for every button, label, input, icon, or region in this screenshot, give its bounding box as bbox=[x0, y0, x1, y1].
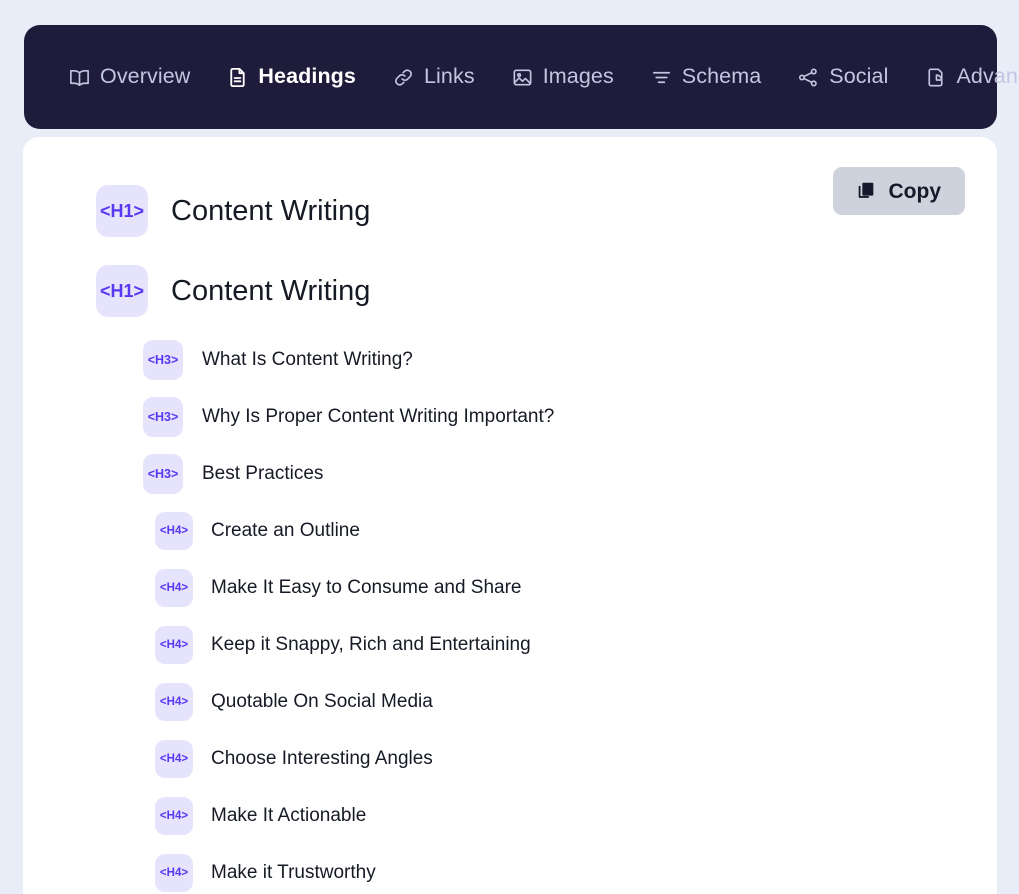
heading-row: <H4> Choose Interesting Angles bbox=[155, 730, 963, 787]
nav-tab-label: Social bbox=[829, 64, 889, 89]
heading-row: <H4> Make it Trustworthy bbox=[155, 844, 963, 894]
nav-tab-links[interactable]: Links bbox=[392, 60, 475, 95]
heading-level-badge: <H4> bbox=[155, 625, 193, 664]
copy-button-label: Copy bbox=[888, 179, 942, 203]
heading-level-badge: <H4> bbox=[155, 796, 193, 835]
link-icon bbox=[392, 66, 415, 89]
heading-level-badge: <H4> bbox=[155, 511, 193, 550]
heading-text: Why Is Proper Content Writing Important? bbox=[202, 405, 555, 427]
heading-row: <H4> Make It Actionable bbox=[155, 787, 963, 844]
heading-row: <H4> Quotable On Social Media bbox=[155, 673, 963, 730]
heading-row: <H3> What Is Content Writing? bbox=[143, 331, 963, 388]
heading-level-badge: <H4> bbox=[155, 682, 193, 721]
nav-tab-label: Headings bbox=[258, 64, 356, 89]
heading-level-badge: <H4> bbox=[155, 568, 193, 607]
heading-text: Content Writing bbox=[171, 274, 371, 307]
heading-level-badge: <H3> bbox=[143, 396, 183, 437]
heading-row: <H4> Keep it Snappy, Rich and Entertainin… bbox=[155, 616, 963, 673]
heading-level-badge: <H3> bbox=[143, 339, 183, 380]
nav-tab-overview[interactable]: Overview bbox=[68, 60, 190, 95]
copy-icon bbox=[855, 180, 877, 202]
heading-text: Content Writing bbox=[171, 194, 371, 227]
copy-button[interactable]: Copy bbox=[832, 167, 965, 215]
heading-text: Make It Actionable bbox=[211, 804, 367, 826]
nav-tab-social[interactable]: Social bbox=[797, 60, 888, 95]
app-root: Overview Headings Links Images Schema So… bbox=[0, 0, 1019, 894]
heading-text: Best Practices bbox=[202, 462, 324, 484]
heading-text: What Is Content Writing? bbox=[202, 348, 413, 370]
nav-tab-label: Advanced bbox=[956, 64, 1019, 89]
nav-tab-label: Overview bbox=[100, 64, 191, 89]
heading-text: Create an Outline bbox=[211, 519, 360, 541]
nav-tab-advanced[interactable]: Advanced bbox=[924, 60, 1019, 95]
nav-tab-headings[interactable]: Headings bbox=[226, 60, 356, 95]
heading-level-badge: <H1> bbox=[96, 185, 148, 237]
nav-tab-schema[interactable]: Schema bbox=[650, 60, 761, 95]
nav-tab-images[interactable]: Images bbox=[511, 60, 614, 95]
heading-text: Make It Easy to Consume and Share bbox=[211, 576, 522, 598]
chart-page-icon bbox=[924, 66, 947, 89]
heading-row: <H3> Why Is Proper Content Writing Import… bbox=[143, 388, 963, 445]
book-icon bbox=[68, 66, 91, 89]
main-navigation: Overview Headings Links Images Schema So… bbox=[24, 25, 1019, 129]
heading-text: Keep it Snappy, Rich and Entertaining bbox=[211, 633, 531, 655]
heading-level-badge: <H3> bbox=[143, 453, 183, 494]
image-icon bbox=[511, 66, 534, 89]
nav-tab-label: Links bbox=[423, 64, 475, 89]
heading-row: <H3> Best Practices bbox=[143, 445, 963, 502]
heading-row: <H4> Make It Easy to Consume and Share bbox=[155, 559, 963, 616]
headings-card: Copy <H1> Content Writing <H1> Content Writ… bbox=[23, 137, 997, 894]
document-icon bbox=[226, 66, 249, 89]
nav-tab-label: Schema bbox=[681, 64, 762, 89]
heading-text: Make it Trustworthy bbox=[211, 861, 376, 883]
nav-tab-label: Images bbox=[542, 64, 614, 89]
heading-level-badge: <H4> bbox=[155, 853, 193, 892]
share-icon bbox=[797, 66, 820, 89]
heading-level-badge: <H4> bbox=[155, 739, 193, 778]
heading-text: Quotable On Social Media bbox=[211, 690, 433, 712]
headings-list: <H1> Content Writing <H1> Content Writing <H… bbox=[59, 167, 963, 894]
heading-row: <H1> Content Writing bbox=[96, 251, 963, 331]
heading-row: <H4> Create an Outline bbox=[155, 502, 963, 559]
heading-level-badge: <H1> bbox=[96, 265, 148, 317]
heading-text: Choose Interesting Angles bbox=[211, 747, 433, 769]
list-icon bbox=[650, 66, 673, 89]
